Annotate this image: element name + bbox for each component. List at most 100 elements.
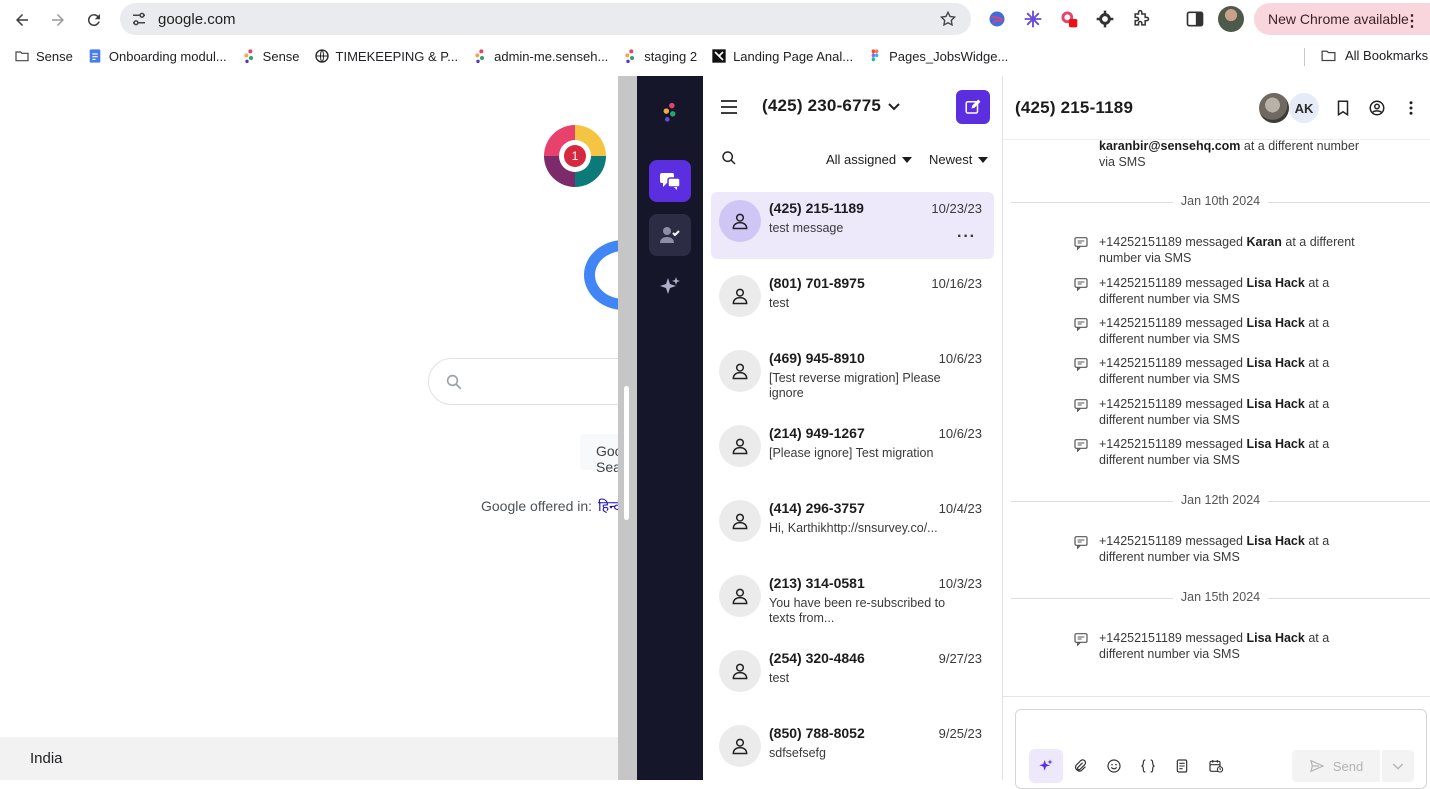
bookmark-item[interactable]: Pages_JobsWidge... [867, 48, 1008, 64]
bookmark-item[interactable]: Landing Page Anal... [711, 48, 853, 64]
language-link[interactable]: हिन्दी [598, 498, 618, 514]
bookmark-item[interactable]: admin-me.senseh... [472, 48, 608, 64]
conversation-item[interactable]: (425) 215-1189 10/23/23 test message ··· [711, 192, 994, 259]
ai-assist-button[interactable] [1029, 749, 1063, 783]
more-options-icon[interactable]: ··· [957, 228, 976, 246]
contact-avatar [719, 350, 761, 392]
extension-button[interactable] [1020, 6, 1046, 32]
forward-button[interactable] [40, 2, 76, 38]
landing-icon [711, 48, 727, 64]
all-bookmarks-button[interactable]: All Bookmarks [1320, 47, 1428, 64]
assigned-filter-dropdown[interactable]: All assigned [826, 152, 913, 167]
search-icon [446, 374, 462, 390]
feed-event: +14252151189 messaged Lisa Hack at a dif… [1074, 355, 1369, 387]
inbox-phone-number[interactable]: (425) 230-6775 [762, 96, 881, 116]
conversation-date: 9/27/23 [938, 651, 982, 666]
rail-assigned-button[interactable] [649, 214, 691, 256]
extension-button[interactable] [984, 6, 1010, 32]
person-icon [732, 438, 748, 455]
badge-count: 1 [564, 145, 586, 167]
message-composer[interactable]: Send [1015, 709, 1427, 789]
extension-button[interactable] [1092, 6, 1118, 32]
url-text[interactable]: google.com [158, 11, 236, 28]
bookmark-star-icon[interactable] [939, 10, 957, 28]
person-icon [732, 288, 748, 305]
sense-dots-icon [241, 48, 257, 64]
sense-dots-icon [472, 48, 488, 64]
kebab-menu-icon [1409, 101, 1413, 115]
date-separator: Jan 12th 2024 [1011, 493, 1430, 509]
google-homepage: 1 Google Search Google offered in:हिन्दी… [0, 76, 618, 780]
more-menu-button[interactable] [1401, 98, 1421, 118]
rail-ai-button[interactable] [649, 266, 691, 308]
send-button[interactable]: Send [1292, 750, 1380, 782]
bookmark-item[interactable]: Sense [241, 48, 300, 64]
conversation-item[interactable]: (414) 296-3757 10/4/23 Hi, Karthikhttp:/… [711, 492, 994, 559]
bookmark-item[interactable]: Sense [14, 48, 73, 64]
attach-button[interactable] [1066, 752, 1094, 780]
chevron-down-icon [1392, 763, 1404, 770]
browser-toolbar: google.com New Chrome available ⋮ [0, 0, 1430, 40]
template-button[interactable] [1168, 752, 1196, 780]
conversation-snippet: [Please ignore] Test migration [769, 446, 934, 460]
sort-dropdown[interactable]: Newest [929, 152, 989, 167]
person-icon [732, 363, 748, 380]
feed-event: +14252151189 messaged Karan at a differe… [1074, 234, 1369, 266]
bookmark-item[interactable]: Onboarding modul... [87, 48, 227, 64]
variables-button[interactable] [1134, 752, 1162, 780]
schedule-button[interactable] [1202, 752, 1230, 780]
chevron-down-icon[interactable] [887, 100, 901, 114]
conversation-item[interactable]: (801) 701-8975 10/16/23 test [711, 267, 994, 334]
bookmark-item[interactable]: TIMEKEEPING & P... [314, 48, 458, 64]
conversation-item[interactable]: (254) 320-4846 9/27/23 test [711, 642, 994, 709]
conversation-item[interactable]: (213) 314-0581 10/3/23 You have been re-… [711, 567, 994, 634]
profile-avatar[interactable] [1218, 6, 1244, 32]
side-panel-button[interactable] [1182, 6, 1208, 32]
hamburger-menu-icon[interactable] [721, 100, 737, 114]
new-chrome-button[interactable]: New Chrome available ⋮ [1254, 3, 1430, 35]
conversation-snippet: test [769, 296, 790, 310]
extension-button[interactable] [1056, 6, 1082, 32]
figma-icon [867, 48, 883, 64]
conversation-snippet: You have been re-subscribed to texts fro… [769, 596, 946, 625]
contact-avatar [719, 725, 761, 767]
extensions-area [984, 6, 1154, 32]
person-icon [732, 513, 748, 530]
send-options-button[interactable] [1382, 750, 1414, 782]
scrollbar-thumb[interactable] [624, 386, 629, 520]
folder-icon [14, 48, 30, 64]
notification-badge-icon[interactable]: 1 [544, 125, 606, 187]
conversation-snippet: sdfsefsefg [769, 746, 826, 760]
compose-button[interactable] [956, 90, 990, 124]
address-bar[interactable]: google.com [120, 3, 971, 35]
emoji-button[interactable] [1100, 752, 1128, 780]
globe-extension-icon [989, 11, 1005, 27]
google-search-button[interactable]: Google Search [580, 434, 618, 475]
site-settings-icon[interactable] [130, 10, 148, 28]
back-button[interactable] [4, 2, 40, 38]
bookmark-button[interactable] [1333, 98, 1353, 118]
contact-avatar [719, 575, 761, 617]
reload-button[interactable] [76, 2, 112, 38]
conversation-item[interactable]: (214) 949-1267 10/6/23 [Please ignore] T… [711, 417, 994, 484]
search-icon[interactable] [721, 150, 737, 166]
offered-in-text: Google offered in: हिन्दी [481, 497, 618, 516]
arrow-left-icon [16, 14, 28, 26]
composer-divider [1003, 696, 1430, 697]
sms-icon [1074, 633, 1088, 647]
conversation-item[interactable]: (850) 788-8052 9/25/23 sdfsefsefg [711, 717, 994, 784]
feed-event: +14252151189 messaged Lisa Hack at a dif… [1074, 436, 1369, 468]
extensions-menu-button[interactable] [1128, 6, 1154, 32]
assignee-initials-avatar[interactable]: AK [1289, 93, 1319, 123]
assignee-avatar[interactable] [1259, 93, 1289, 123]
kebab-menu-icon[interactable]: ⋮ [1404, 11, 1420, 31]
person-check-icon [660, 227, 680, 243]
google-search-input[interactable] [428, 358, 618, 405]
rail-messages-button[interactable] [649, 160, 691, 202]
doc-icon [87, 48, 103, 64]
conversation-item[interactable]: (469) 945-8910 10/6/23 [Test reverse mig… [711, 342, 994, 409]
date-separator: Jan 15th 2024 [1011, 590, 1430, 606]
sms-icon [1074, 237, 1088, 251]
bookmark-item[interactable]: staging 2 [622, 48, 697, 64]
contact-profile-button[interactable] [1367, 98, 1387, 118]
